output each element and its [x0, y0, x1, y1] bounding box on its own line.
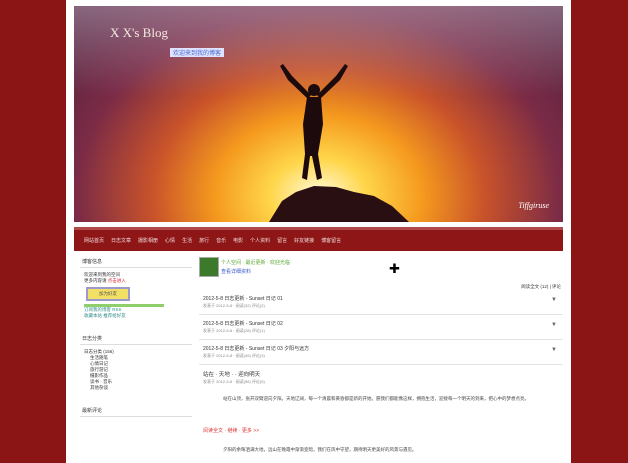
- article-meta: 发表于 2012-5-8 · 阅读(56) 评论(5): [203, 379, 265, 384]
- list-item[interactable]: 2012-5-8 日志更新 - Sunset 日记 03 夕阳与远方 发表于 2…: [199, 340, 563, 365]
- list-item[interactable]: 2012-5-8 日志更新 - Sunset 日记 01 发表于 2012-5-…: [199, 290, 563, 315]
- nav-item[interactable]: 网站首页: [84, 237, 104, 244]
- post-meta: 发表于 2012-5-8 · 阅读(28) 评论(1): [203, 328, 265, 333]
- nav-item[interactable]: 日志文章: [111, 237, 131, 244]
- post-meta: 发表于 2012-5-8 · 阅读(32) 评论(2): [203, 303, 265, 308]
- post-title[interactable]: 2012-5-8 日志更新 - Sunset 日记 03 夕阳与远方: [203, 345, 309, 352]
- nav-item[interactable]: 个人资料: [250, 237, 270, 244]
- avatar[interactable]: [199, 257, 219, 277]
- post-list: 2012-5-8 日志更新 - Sunset 日记 01 发表于 2012-5-…: [199, 290, 563, 365]
- expand-arrow-icon[interactable]: ▼: [551, 347, 557, 353]
- nav-item[interactable]: 留言: [277, 237, 287, 244]
- sidebar: 博客信息 欢迎来到我的空间 更多内容请 点击进入 加为好友 订阅我的博客 RSS…: [80, 256, 192, 421]
- nav-item[interactable]: 摄影相册: [138, 237, 158, 244]
- nav-item[interactable]: 心情: [165, 237, 175, 244]
- profile-headline: 个人空间 · 最近更新 · 欢迎光临: [221, 260, 290, 266]
- nav-item[interactable]: 旅行: [199, 237, 209, 244]
- expand-arrow-icon[interactable]: ▼: [551, 322, 557, 328]
- header-banner: X X's Blog 欢迎来到我的博客 Tiffgiruse: [74, 6, 563, 222]
- nav-item[interactable]: 博客留言: [321, 237, 341, 244]
- blog-page: X X's Blog 欢迎来到我的博客 Tiffgiruse 网站首页 日志文章…: [66, 0, 571, 463]
- status-red-link[interactable]: 点击进入: [108, 278, 126, 283]
- widget-title-info: 博客信息: [80, 256, 192, 268]
- nav-item[interactable]: 音乐: [216, 237, 226, 244]
- article-body: 站在山顶，张开双臂迎向夕阳。天地辽阔，每一个清晨和黄昏都是新的开始。愿我们都能像…: [223, 396, 529, 401]
- status-line: 更多内容请 点击进入: [80, 278, 192, 284]
- nav-item[interactable]: 生活: [182, 237, 192, 244]
- move-cursor-icon: ✚: [389, 261, 400, 276]
- rock-silhouette: [269, 186, 409, 222]
- main-nav: 网站首页 日志文章 摄影相册 心情 生活 旅行 音乐 电影 个人资料 留言 好友…: [74, 227, 563, 251]
- status-link[interactable]: 更多内容请: [84, 278, 107, 283]
- article-title[interactable]: 站在 · 天地 · · 迎向明天: [203, 370, 260, 378]
- silhouette-figure-image: [269, 64, 409, 222]
- post-title[interactable]: 2012-5-8 日志更新 - Sunset 日记 02: [203, 320, 283, 327]
- widget-title-comments: 最新评论: [80, 405, 192, 417]
- nav-item[interactable]: 电影: [233, 237, 243, 244]
- expand-arrow-icon[interactable]: ▼: [551, 297, 557, 303]
- read-more-link[interactable]: 阅读全文 · 继续 · 更多 >>: [203, 427, 259, 434]
- banner-signature: Tiffgiruse: [518, 201, 549, 210]
- add-friend-button[interactable]: 加为好友: [86, 287, 130, 301]
- widget-title-categories: 日志分类: [80, 333, 192, 345]
- post-meta: 发表于 2012-5-8 · 阅读(45) 评论(3): [203, 353, 265, 358]
- post-title[interactable]: 2012-5-8 日志更新 - Sunset 日记 01: [203, 295, 283, 302]
- article-body-2: 夕阳的余晖洒满大地，远山在晚霞中渐渐变暗，我们在风中守望，期待明天更美好的风景与…: [223, 447, 417, 452]
- list-item[interactable]: 2012-5-8 日志更新 - Sunset 日记 02 发表于 2012-5-…: [199, 315, 563, 340]
- profile-link[interactable]: 查看详细资料: [221, 268, 251, 275]
- nav-item[interactable]: 好友链接: [294, 237, 314, 244]
